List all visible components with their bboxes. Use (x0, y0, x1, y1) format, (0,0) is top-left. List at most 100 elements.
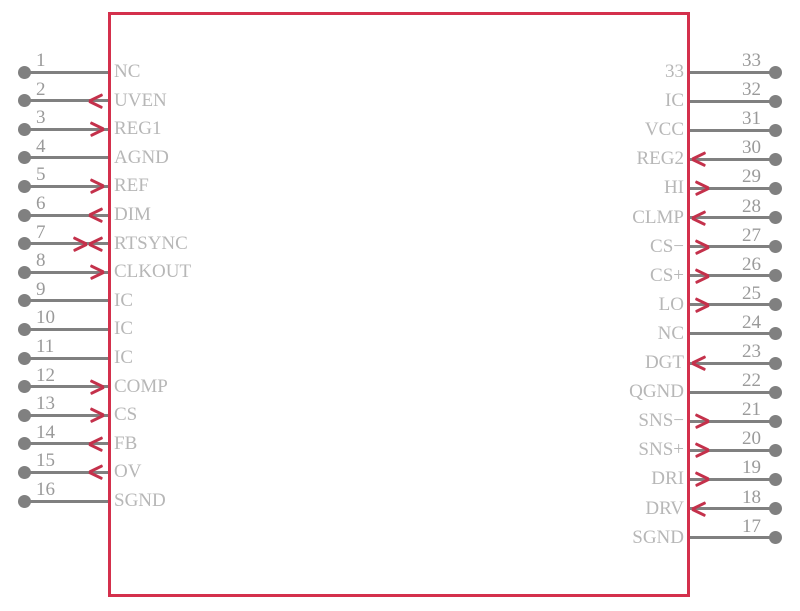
pin-arrow-left-icon (692, 296, 710, 313)
pin-terminal-dot[interactable] (17, 351, 31, 365)
pin-label: COMP (114, 375, 168, 397)
pin-terminal-dot[interactable] (17, 237, 31, 251)
pin-number: 10 (36, 307, 55, 329)
pin-label: DGT (644, 352, 684, 373)
pin-label: AGND (114, 146, 169, 168)
pin-terminal-dot[interactable] (17, 151, 31, 165)
pin-terminal-dot[interactable] (768, 269, 782, 283)
pin-terminal-dot[interactable] (17, 494, 31, 508)
pin-number: 26 (742, 253, 761, 275)
pin-label: CLMP (632, 206, 684, 228)
pin-terminal-dot[interactable] (768, 94, 782, 108)
pin-arrow-left-icon (692, 238, 710, 255)
pin-number: 13 (36, 393, 55, 415)
pin-number: 30 (742, 137, 761, 159)
pin-label: IC (114, 347, 133, 368)
pin-line (690, 390, 775, 394)
pin-terminal-dot[interactable] (768, 472, 782, 486)
pin-label: SGND (632, 526, 684, 548)
pin-label: CS+ (650, 264, 684, 286)
pin-terminal-dot[interactable] (768, 211, 782, 224)
pin-number: 9 (36, 278, 46, 300)
pin-arrow-right-icon (691, 355, 709, 372)
pin-line (24, 327, 108, 331)
pin-label: DRI (651, 468, 684, 490)
pin-number: 32 (742, 79, 761, 101)
pin-label: REG2 (636, 148, 685, 170)
ic-pinout-diagram: 1 NC 2 UVEN 3 REG1 4 AGND 5 REF 6 DIM 7 RTSYNC 8 CLKOUT… (0, 0, 800, 611)
pin-label: FB (114, 432, 138, 454)
pin-number: 12 (36, 364, 55, 386)
pin-label: QGND (629, 381, 684, 403)
pin-label: DRV (645, 497, 684, 519)
pin-arrow-right-icon (88, 207, 106, 224)
pin-arrow-right-icon (88, 464, 106, 481)
pin-terminal-dot[interactable] (768, 181, 782, 195)
pin-label: OV (114, 461, 142, 483)
pin-arrow-right-icon (691, 500, 709, 517)
pin-number: 21 (742, 399, 761, 421)
pin-number: 27 (742, 224, 761, 246)
pin-arrow-left-icon (692, 180, 710, 197)
pin-terminal-dot[interactable] (17, 65, 31, 79)
pin-terminal-dot[interactable] (768, 298, 782, 312)
pin-number: 1 (36, 50, 46, 71)
pin-terminal-dot[interactable] (768, 414, 782, 428)
pin-label: CS− (650, 235, 684, 257)
pin-number: 8 (36, 250, 46, 272)
pin-arrow-left-icon (692, 267, 710, 284)
pin-arrow-left-icon (692, 471, 710, 488)
pin-number: 22 (742, 370, 761, 392)
pin-arrow-left-icon (692, 413, 710, 430)
pin-number: 7 (36, 221, 46, 243)
pin-number: 17 (742, 515, 761, 537)
pin-arrow-left-icon (87, 264, 105, 281)
pin-terminal-dot[interactable] (17, 294, 31, 308)
pin-label: IC (114, 289, 133, 311)
pin-number: 11 (36, 336, 55, 357)
pin-terminal-dot[interactable] (17, 437, 31, 451)
pin-terminal-dot[interactable] (17, 94, 31, 108)
pin-terminal-dot[interactable] (17, 322, 31, 336)
pin-label: SNS+ (638, 439, 684, 461)
pin-number: 18 (742, 486, 761, 508)
pin-terminal-dot[interactable] (768, 443, 782, 457)
pin-terminal-dot[interactable] (768, 356, 782, 370)
pin-terminal-dot[interactable] (17, 265, 31, 279)
pin-terminal-dot[interactable] (17, 122, 31, 136)
pin-line (690, 332, 775, 336)
pin-label: REF (114, 175, 149, 197)
pin-number: 20 (742, 428, 761, 450)
pin-number: 6 (36, 193, 46, 214)
pin-terminal-dot[interactable] (768, 385, 782, 399)
pin-terminal-dot[interactable] (768, 65, 782, 79)
pin-terminal-dot[interactable] (768, 240, 782, 254)
ic-body-outline (108, 12, 690, 597)
pin-label: CS (114, 404, 138, 426)
pin-number: 23 (742, 341, 761, 362)
pin-number: 15 (36, 450, 55, 472)
pin-arrow-right-icon (691, 151, 709, 168)
pin-label: SGND (114, 490, 166, 511)
pin-number: 14 (36, 421, 55, 443)
pin-terminal-dot[interactable] (768, 502, 782, 515)
pin-terminal-dot[interactable] (17, 380, 31, 394)
pin-terminal-dot[interactable] (17, 465, 31, 479)
pin-line (690, 99, 775, 103)
pin-terminal-dot[interactable] (768, 531, 782, 545)
pin-terminal-dot[interactable] (768, 327, 782, 341)
pin-terminal-dot[interactable] (17, 208, 31, 222)
pin-label: DIM (114, 204, 151, 225)
pin-terminal-dot[interactable] (17, 408, 31, 422)
pin-number: 29 (742, 166, 761, 188)
pin-arrow-left-icon (70, 235, 88, 252)
pin-label: RTSYNC (114, 232, 188, 254)
pin-terminal-dot[interactable] (17, 179, 31, 193)
pin-label: HI (663, 177, 684, 199)
pin-terminal-dot[interactable] (768, 152, 782, 166)
pin-label: CLKOUT (114, 261, 192, 283)
pin-arrow-left-icon (692, 442, 710, 459)
pin-number: 3 (36, 107, 46, 129)
pin-terminal-dot[interactable] (768, 123, 782, 137)
pin-line (690, 536, 775, 540)
